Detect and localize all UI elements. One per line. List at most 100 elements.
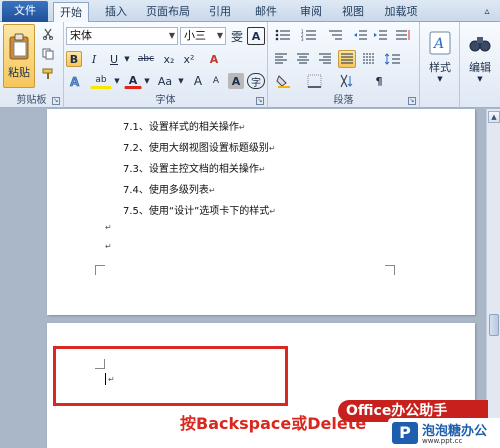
ribbon-minimize-icon[interactable]: ▵ (478, 2, 496, 22)
margin-corner-mark (385, 265, 395, 275)
chevron-down-icon: ▼ (216, 31, 223, 40)
font-name-value: 宋体 (70, 29, 92, 42)
list-item: 7.5、使用“设计”选项卡下的样式↵ (123, 206, 276, 217)
bullets-icon[interactable] (272, 26, 294, 44)
chevron-down-icon: ▼ (477, 74, 483, 83)
superscript-button[interactable]: x² (180, 51, 198, 67)
logo-icon: P (392, 422, 418, 444)
clipboard-group: 粘贴 剪贴板 ↘ (0, 22, 64, 108)
styles-group: A 样式 ▼ (420, 22, 460, 108)
borders-icon[interactable] (302, 72, 328, 90)
ribbon: 粘贴 剪贴板 ↘ 宋体 ▼ 小三 ▼ 雯 A B I U ▼ abc x₂ x² (0, 22, 500, 108)
editing-group: 编辑 ▼ (460, 22, 500, 108)
list-item: 7.3、设置主控文档的相关操作↵ (123, 164, 266, 175)
scrollbar-thumb[interactable] (489, 314, 499, 336)
chevron-down-icon: ▼ (168, 31, 175, 40)
tab-view[interactable]: 视图 (336, 2, 370, 22)
chevron-down-icon: ▼ (437, 74, 443, 83)
list-item: 7.2、使用大纲视图设置标题级别↵ (123, 143, 276, 154)
show-marks-icon[interactable]: ¶ (368, 72, 390, 90)
chevron-down-icon[interactable]: ▼ (112, 73, 122, 89)
paragraph-mark: ↵ (105, 242, 112, 251)
multilevel-list-icon[interactable] (324, 26, 346, 44)
vertical-scrollbar[interactable]: ▲ (486, 109, 500, 448)
styles-label: 样式 (429, 60, 451, 74)
svg-text:A: A (432, 36, 444, 52)
text-effects-icon[interactable]: A (66, 73, 84, 89)
scroll-up-icon[interactable]: ▲ (488, 111, 500, 123)
list-item: 7.1、设置样式的相关操作↵ (123, 122, 246, 133)
paragraph-mark: ↵ (258, 165, 266, 174)
page-1[interactable]: 7.1、设置样式的相关操作↵ 7.2、使用大纲视图设置标题级别↵ 7.3、设置主… (47, 109, 475, 315)
decrease-indent-icon[interactable] (352, 26, 370, 44)
tab-addins[interactable]: 加载项 (378, 2, 424, 22)
cut-icon[interactable] (40, 26, 56, 42)
paragraph-mark: ↵ (268, 144, 276, 153)
format-painter-icon[interactable] (40, 66, 56, 82)
font-group-label: 字体 (155, 95, 176, 106)
strikethrough-button[interactable]: abc (134, 51, 158, 67)
align-center-icon[interactable] (294, 50, 312, 68)
character-border-button[interactable]: A (247, 27, 265, 45)
paragraph-launcher-icon[interactable]: ↘ (408, 97, 416, 105)
svg-text:3: 3 (301, 37, 304, 41)
editing-label: 编辑 (469, 60, 491, 74)
highlight-box (53, 346, 288, 406)
paste-button[interactable]: 粘贴 (3, 24, 35, 88)
character-shading-button[interactable]: A (228, 73, 244, 89)
line-spacing-icon[interactable] (382, 50, 404, 68)
tab-insert[interactable]: 插入 (98, 2, 134, 22)
subscript-button[interactable]: x₂ (160, 51, 178, 67)
italic-button[interactable]: I (86, 51, 102, 67)
justify-icon[interactable] (338, 50, 356, 68)
clear-formatting-button[interactable]: A (204, 51, 224, 67)
clipboard-launcher-icon[interactable]: ↘ (52, 97, 60, 105)
paragraph-mark: ↵ (238, 123, 246, 132)
logo-url: www.ppt.cc (422, 437, 463, 445)
shading-icon[interactable] (272, 72, 298, 90)
font-launcher-icon[interactable]: ↘ (256, 97, 264, 105)
margin-corner-mark (95, 265, 105, 275)
highlight-button[interactable]: ab (90, 73, 112, 89)
numbering-icon[interactable]: 123 (298, 26, 320, 44)
font-color-button[interactable]: A (124, 73, 142, 89)
font-name-dropdown[interactable]: 宋体 ▼ (66, 27, 178, 45)
chevron-down-icon[interactable]: ▼ (142, 73, 152, 89)
shrink-font-button[interactable]: A (208, 73, 224, 89)
tab-review[interactable]: 审阅 (294, 2, 328, 22)
change-case-button[interactable]: Aa (154, 73, 176, 89)
sort-icon[interactable] (334, 72, 360, 90)
binoculars-icon (469, 36, 491, 51)
font-size-value: 小三 (184, 29, 206, 42)
phonetic-guide-button[interactable]: 雯 (228, 27, 246, 45)
increase-indent-icon[interactable] (372, 26, 390, 44)
tab-references[interactable]: 引用 (203, 2, 237, 22)
tab-page-layout[interactable]: 页面布局 (142, 2, 194, 22)
styles-icon: A (429, 31, 451, 54)
paragraph-group-label: 段落 (333, 95, 354, 106)
font-group: 宋体 ▼ 小三 ▼ 雯 A B I U ▼ abc x₂ x² A A ab ▼… (64, 22, 268, 108)
copy-icon[interactable] (40, 46, 56, 62)
grow-font-button[interactable]: A (190, 73, 206, 89)
distributed-icon[interactable] (360, 50, 378, 68)
bold-button[interactable]: B (66, 51, 82, 67)
tab-home[interactable]: 开始 (53, 2, 89, 23)
enclose-characters-button[interactable]: 字 (247, 73, 265, 89)
chevron-down-icon[interactable]: ▼ (176, 73, 186, 89)
site-logo: P 泡泡糖办公 www.ppt.cc (388, 418, 500, 448)
paragraph-mark: ↵ (208, 186, 216, 195)
editing-button[interactable]: 编辑 ▼ (463, 25, 497, 87)
chinese-layout-icon[interactable] (392, 26, 414, 44)
align-left-icon[interactable] (272, 50, 290, 68)
chevron-down-icon[interactable]: ▼ (122, 51, 132, 67)
paragraph-group: 123 ¶ 段落 ↘ (268, 22, 420, 108)
underline-button[interactable]: U (106, 51, 122, 67)
list-item: 7.4、使用多级列表↵ (123, 185, 216, 196)
ribbon-tab-bar: 文件 开始 插入 页面布局 引用 邮件 审阅 视图 加载项 ▵ (0, 0, 500, 23)
tab-file[interactable]: 文件 (2, 1, 48, 22)
styles-button[interactable]: A 样式 ▼ (423, 25, 457, 87)
tab-mailings[interactable]: 邮件 (249, 2, 283, 22)
font-size-dropdown[interactable]: 小三 ▼ (180, 27, 226, 45)
align-right-icon[interactable] (316, 50, 334, 68)
paste-label: 粘贴 (8, 65, 30, 79)
